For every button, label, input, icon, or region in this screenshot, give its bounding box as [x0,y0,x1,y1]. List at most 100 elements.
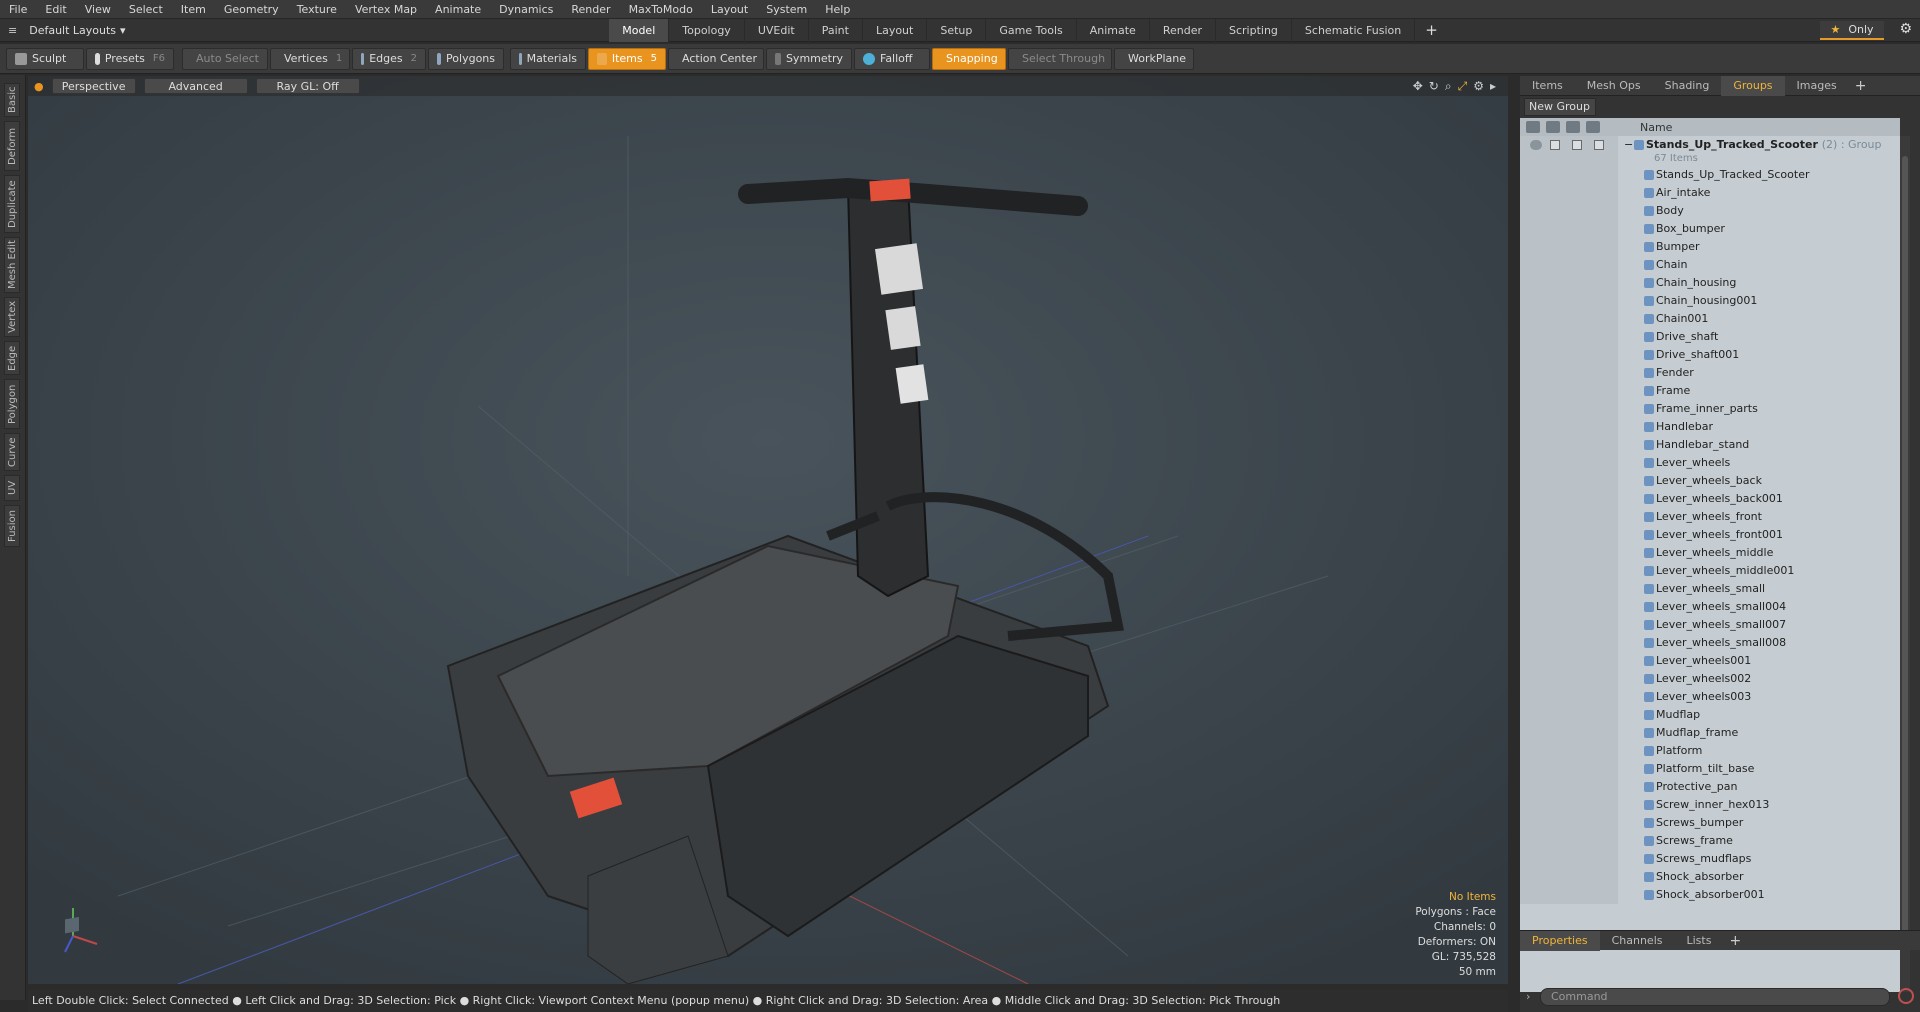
render-checkbox[interactable] [1550,140,1560,150]
snapping-button[interactable]: Snapping [932,47,1006,70]
select-through-button[interactable]: Select Through [1008,47,1112,70]
strip-tab-basic[interactable]: Basic [4,83,20,117]
list-item[interactable]: Lever_wheels_front001 [1520,526,1900,544]
tab-model[interactable]: Model [609,18,670,42]
eye-icon[interactable] [1530,140,1542,150]
list-item[interactable]: Platform [1520,742,1900,760]
strip-tab-edge[interactable]: Edge [4,341,20,375]
workplane-button[interactable]: WorkPlane [1114,47,1194,70]
menu-item[interactable]: Item [172,0,215,19]
strip-tab-curve[interactable]: Curve [4,433,20,471]
panel-tab-items[interactable]: Items [1520,76,1575,96]
list-item[interactable]: Mudflap [1520,706,1900,724]
add-tab-icon[interactable]: + [1415,19,1448,42]
list-item[interactable]: Lever_wheels003 [1520,688,1900,706]
edges-button[interactable]: Edges 2 [352,47,426,70]
name-column-header[interactable]: Name [1640,121,1672,134]
record-icon[interactable] [1898,988,1914,1004]
groups-list[interactable]: − Stands_Up_Tracked_Scooter (2) : Group … [1520,136,1900,992]
strip-tab-deform[interactable]: Deform [4,121,20,171]
action-center-button[interactable]: Action Center [668,47,764,70]
list-item[interactable]: Chain_housing [1520,274,1900,292]
list-item[interactable]: Mudflap_frame [1520,724,1900,742]
list-item[interactable]: Bumper [1520,238,1900,256]
menu-system[interactable]: System [757,0,816,19]
list-item[interactable]: Chain [1520,256,1900,274]
list-item[interactable]: Shock_absorber [1520,868,1900,886]
3d-viewport[interactable]: ● Perspective Advanced Ray GL: Off ✥ ↻ ⌕… [28,76,1508,984]
new-group-button[interactable]: New Group [1524,98,1596,116]
tab-uvedit[interactable]: UVEdit [745,18,809,42]
tab-setup[interactable]: Setup [927,18,987,42]
list-item[interactable]: Handlebar [1520,418,1900,436]
menu-vertex-map[interactable]: Vertex Map [346,0,426,19]
list-item[interactable]: Protective_pan [1520,778,1900,796]
list-item[interactable]: Drive_shaft001 [1520,346,1900,364]
list-item[interactable]: Lever_wheels_middle001 [1520,562,1900,580]
list-item[interactable]: Body [1520,202,1900,220]
lock-checkbox[interactable] [1572,140,1582,150]
list-item[interactable]: Handlebar_stand [1520,436,1900,454]
list-item[interactable]: Stands_Up_Tracked_Scooter [1520,166,1900,184]
menu-maxtomodo[interactable]: MaxToModo [620,0,702,19]
collapse-icon[interactable]: − [1624,136,1633,154]
groups-list-scrollbar[interactable] [1900,136,1910,992]
layout-icon[interactable]: ≡ [8,24,17,37]
list-item[interactable]: Shock_absorber001 [1520,886,1900,904]
list-item[interactable]: Lever_wheels_back001 [1520,490,1900,508]
strip-tab-vertex[interactable]: Vertex [4,297,20,337]
list-item[interactable]: Lever_wheels_small [1520,580,1900,598]
list-item[interactable]: Lever_wheels001 [1520,652,1900,670]
tab-schematic-fusion[interactable]: Schematic Fusion [1292,18,1416,42]
gear-icon[interactable]: ⚙ [1899,21,1912,37]
list-item[interactable]: Lever_wheels [1520,454,1900,472]
list-item[interactable]: Lever_wheels_small008 [1520,634,1900,652]
group-row[interactable]: − Stands_Up_Tracked_Scooter (2) : Group … [1520,136,1900,166]
list-item[interactable]: Screws_frame [1520,832,1900,850]
add-panel-tab-icon[interactable]: + [1849,78,1873,94]
strip-tab-fusion[interactable]: Fusion [4,505,20,547]
list-item[interactable]: Box_bumper [1520,220,1900,238]
menu-view[interactable]: View [76,0,120,19]
visibility-icon[interactable] [1526,121,1540,133]
viewport-settings-icon[interactable]: ⚙ [1473,79,1484,94]
viewport-menu-icon[interactable]: ● [34,80,44,93]
bottom-tab-lists[interactable]: Lists [1675,931,1724,951]
rotate-view-icon[interactable]: ↻ [1429,79,1439,94]
list-item[interactable]: Lever_wheels_small004 [1520,598,1900,616]
panel-tab-mesh-ops[interactable]: Mesh Ops [1575,76,1653,96]
menu-edit[interactable]: Edit [36,0,75,19]
vertices-button[interactable]: Vertices 1 [270,47,350,70]
list-item[interactable]: Drive_shaft [1520,328,1900,346]
tab-game-tools[interactable]: Game Tools [986,18,1077,42]
presets-button[interactable]: Presets F6 [86,47,174,70]
list-item[interactable]: Lever_wheels002 [1520,670,1900,688]
only-toggle[interactable]: ★ Only [1820,21,1884,40]
items-button[interactable]: Items 5 [588,47,666,70]
bottom-tab-channels[interactable]: Channels [1600,931,1675,951]
strip-tab-uv[interactable]: UV [4,475,20,501]
menu-render[interactable]: Render [562,0,619,19]
list-item[interactable]: Fender [1520,364,1900,382]
list-item[interactable]: Air_intake [1520,184,1900,202]
panel-tab-groups[interactable]: Groups [1721,75,1785,96]
layout-dropdown[interactable]: Default Layouts ▾ [29,24,609,37]
advanced-dropdown[interactable]: Advanced [143,78,248,94]
strip-tab-polygon[interactable]: Polygon [4,379,20,429]
list-item[interactable]: Frame [1520,382,1900,400]
raygl-dropdown[interactable]: Ray GL: Off [255,78,360,94]
panel-tab-images[interactable]: Images [1785,76,1849,96]
list-item[interactable]: Chain_housing001 [1520,292,1900,310]
list-item[interactable]: Lever_wheels_middle [1520,544,1900,562]
menu-texture[interactable]: Texture [288,0,346,19]
add-bottom-tab-icon[interactable]: + [1723,933,1747,949]
list-item[interactable]: Chain001 [1520,310,1900,328]
sculpt-button[interactable]: Sculpt [6,47,84,70]
command-input[interactable]: Command [1540,988,1890,1006]
panel-tab-shading[interactable]: Shading [1653,76,1722,96]
fit-view-icon[interactable]: ⤢ [1458,79,1468,94]
list-item[interactable]: Screws_bumper [1520,814,1900,832]
list-item[interactable]: Lever_wheels_small007 [1520,616,1900,634]
scrollbar-thumb[interactable] [1902,156,1908,936]
menu-file[interactable]: File [0,0,36,19]
